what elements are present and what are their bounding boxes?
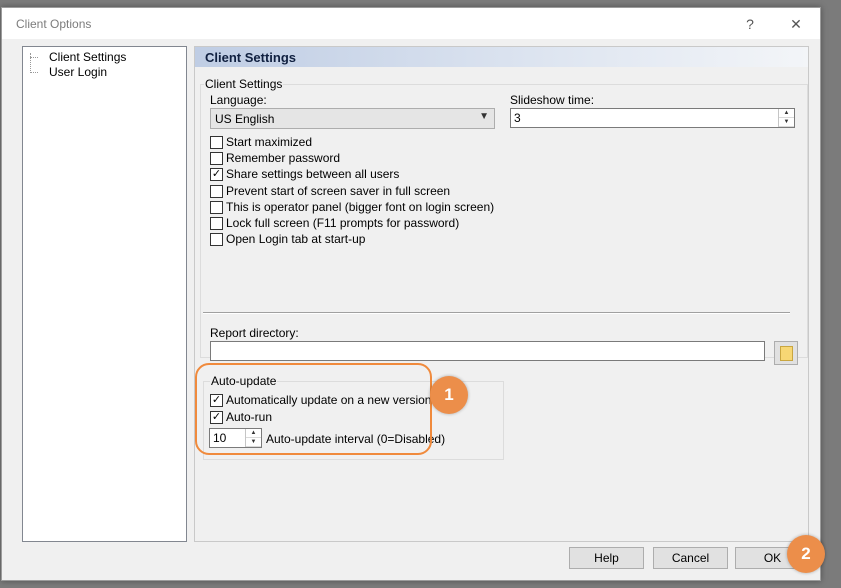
help-icon[interactable]: ? [735,13,765,35]
checkbox-box[interactable] [210,136,223,149]
checkbox-box[interactable] [210,233,223,246]
browse-folder-button[interactable] [774,341,798,365]
report-directory-label: Report directory: [210,326,299,340]
language-value: US English [215,112,275,126]
title-bar: Client Options ? ✕ [2,8,820,39]
step-badge-2: 2 [787,535,825,573]
checkbox-label: Start maximized [226,135,313,149]
window-title: Client Options [16,17,92,31]
folder-icon [780,346,793,361]
language-select[interactable]: US English ▼ [210,108,495,129]
checkbox-box[interactable] [210,185,223,198]
checkbox-label: Remember password [226,151,341,165]
panel-header: Client Settings [195,47,808,67]
chevron-down-icon: ▼ [479,111,489,122]
auto-update-highlight [195,363,432,455]
tree-item-client-settings[interactable]: Client Settings [47,50,128,65]
language-label: Language: [210,93,267,107]
checkbox-box-checked[interactable]: ✓ [210,168,223,181]
spin-up-icon[interactable]: ▲ [779,109,794,118]
cancel-button[interactable]: Cancel [653,547,728,569]
help-button[interactable]: Help [569,547,644,569]
slideshow-value: 3 [514,111,521,125]
report-directory-input[interactable] [210,341,765,361]
divider [203,312,790,314]
slideshow-label: Slideshow time: [510,93,595,107]
step-badge-1: 1 [430,376,468,414]
client-settings-group-title: Client Settings [204,77,284,91]
close-icon[interactable]: ✕ [781,13,811,35]
settings-tree: Client Settings User Login [22,46,187,542]
checkbox-box[interactable] [210,152,223,165]
settings-panel: Client Settings Client Settings Language… [194,46,809,542]
panel-title: Client Settings [205,50,297,65]
checkbox-box[interactable] [210,201,223,214]
checkbox-label: Open Login tab at start-up [226,232,366,246]
slideshow-stepper[interactable]: 3 ▲ ▼ [510,108,795,128]
checkbox-box[interactable] [210,217,223,230]
checkbox-label: Lock full screen (F11 prompts for passwo… [226,216,460,230]
spin-buttons[interactable]: ▲ ▼ [778,109,794,127]
spin-down-icon[interactable]: ▼ [779,118,794,127]
checkbox-label: Prevent start of screen saver in full sc… [226,184,451,198]
checkbox-label: This is operator panel (bigger font on l… [226,200,495,214]
checkbox-label: Share settings between all users [226,167,400,181]
tree-item-user-login[interactable]: User Login [47,65,109,80]
client-options-dialog: Client Options ? ✕ Client Settings User … [1,7,821,581]
